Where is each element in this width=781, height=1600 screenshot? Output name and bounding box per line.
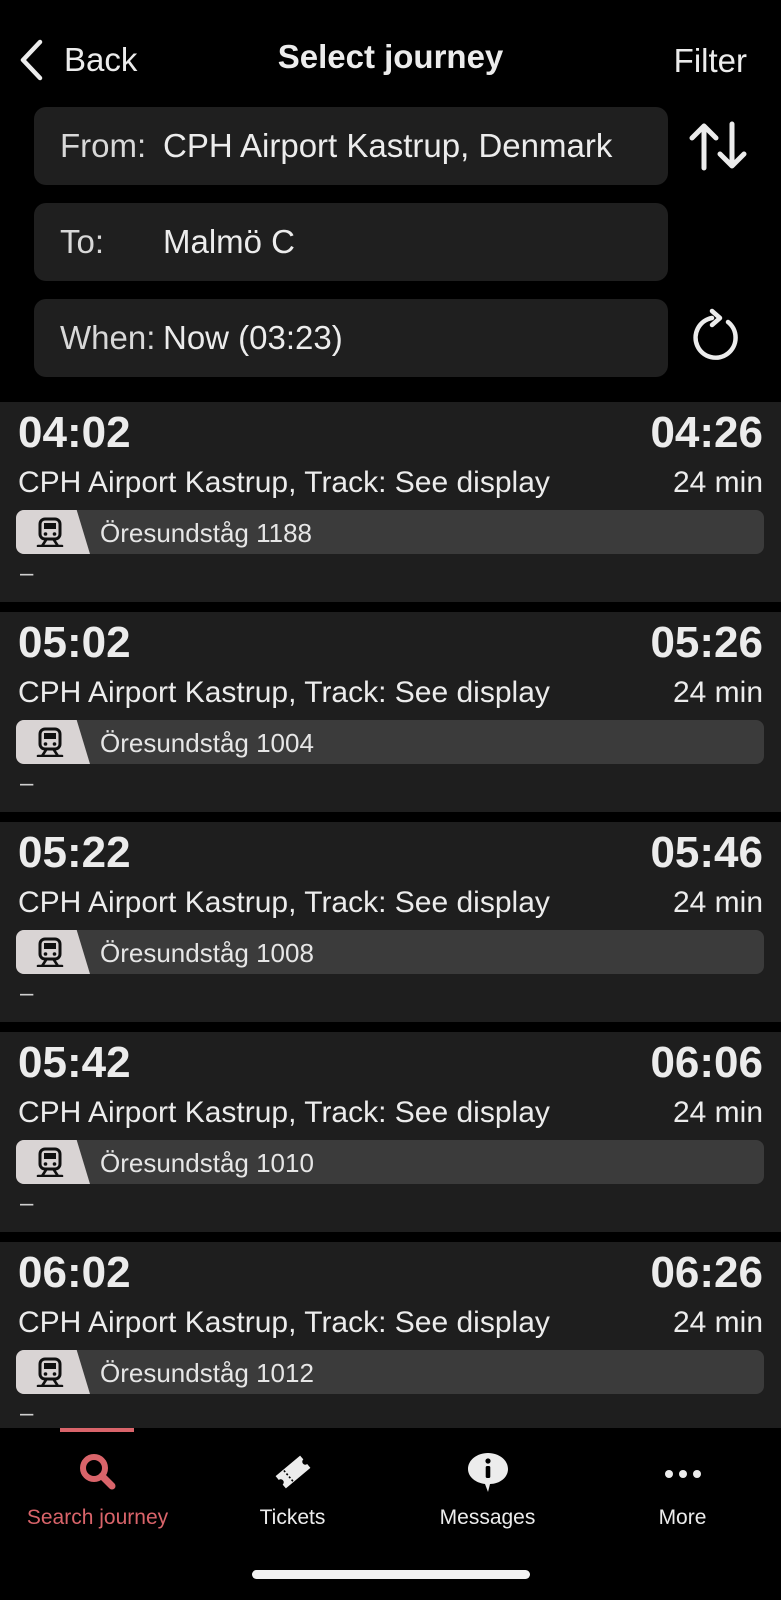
when-field[interactable]: When: Now (03:23): [34, 299, 668, 377]
departure-time: 05:02: [18, 618, 131, 667]
message-icon: [467, 1453, 508, 1492]
arrival-time: 05:46: [650, 828, 763, 877]
home-indicator: [252, 1570, 530, 1579]
journey-note: –: [20, 1400, 34, 1427]
train-badge: [16, 720, 90, 764]
journey-card[interactable]: 05:42 06:06 CPH Airport Kastrup, Track: Se…: [0, 1032, 781, 1232]
train-icon: [36, 517, 64, 547]
journey-note: –: [20, 560, 34, 587]
train-badge: [16, 1350, 90, 1394]
page-title: Select journey: [277, 38, 504, 75]
refresh-icon[interactable]: [688, 308, 744, 368]
when-label: When:: [60, 319, 156, 356]
train-badge: [16, 1140, 90, 1184]
train-line-bar: Öresundståg 1010: [16, 1140, 764, 1184]
train-icon: [36, 727, 64, 757]
tab-tickets[interactable]: Tickets: [195, 1440, 390, 1550]
journey-card[interactable]: 05:02 05:26 CPH Airport Kastrup, Track: Se…: [0, 612, 781, 812]
departure-time: 05:22: [18, 828, 131, 877]
arrival-time: 05:26: [650, 618, 763, 667]
departure-time: 05:42: [18, 1038, 131, 1087]
from-label: From:: [60, 127, 147, 164]
tab-search-journey[interactable]: Search journey: [0, 1440, 195, 1550]
train-line-name: Öresundståg 1188: [100, 518, 312, 548]
tab-label: Search journey: [26, 1506, 169, 1529]
train-line-name: Öresundståg 1008: [100, 938, 314, 968]
journey-list[interactable]: 04:02 04:26 CPH Airport Kastrup, Track: Se…: [0, 402, 781, 1428]
navigation-bar: Back Select journey Filter: [0, 0, 781, 100]
active-tab-indicator: [60, 1428, 134, 1432]
tab-more[interactable]: More: [585, 1440, 780, 1550]
arrival-time: 06:06: [650, 1038, 763, 1087]
when-value: Now (03:23): [163, 319, 343, 356]
train-line-name: Öresundståg 1012: [100, 1358, 314, 1388]
to-field[interactable]: To: Malmö C: [34, 203, 668, 281]
arrival-time: 06:26: [650, 1248, 763, 1297]
departure-stop: CPH Airport Kastrup, Track: See display: [18, 1096, 550, 1129]
journey-duration: 24 min: [672, 1306, 763, 1339]
journey-duration: 24 min: [672, 1096, 763, 1129]
train-line-bar: Öresundståg 1004: [16, 720, 764, 764]
train-icon: [36, 937, 64, 967]
departure-stop: CPH Airport Kastrup, Track: See display: [18, 886, 550, 919]
search-icon: [79, 1454, 115, 1490]
select-journey-screen: Back Select journey Filter From: CPH Air…: [0, 0, 781, 1600]
departure-stop: CPH Airport Kastrup, Track: See display: [18, 466, 550, 499]
swap-direction-icon[interactable]: [686, 118, 750, 174]
tab-label: More: [658, 1506, 707, 1529]
departure-time: 06:02: [18, 1248, 131, 1297]
departure-stop: CPH Airport Kastrup, Track: See display: [18, 676, 550, 709]
train-icon: [36, 1357, 64, 1387]
from-value: CPH Airport Kastrup, Denmark: [163, 127, 613, 164]
arrival-time: 04:26: [650, 408, 763, 457]
departure-stop: CPH Airport Kastrup, Track: See display: [18, 1306, 550, 1339]
train-line-bar: Öresundståg 1012: [16, 1350, 764, 1394]
filter-button[interactable]: Filter: [674, 42, 747, 80]
journey-note: –: [20, 980, 34, 1007]
train-line-name: Öresundståg 1010: [100, 1148, 314, 1178]
more-icon: [664, 1470, 701, 1478]
train-line-bar: Öresundståg 1188: [16, 510, 764, 554]
train-badge: [16, 930, 90, 974]
train-icon: [36, 1147, 64, 1177]
journey-note: –: [20, 770, 34, 797]
journey-card[interactable]: 04:02 04:26 CPH Airport Kastrup, Track: Se…: [0, 402, 781, 602]
train-line-name: Öresundståg 1004: [100, 728, 314, 758]
from-field[interactable]: From: CPH Airport Kastrup, Denmark: [34, 107, 668, 185]
to-value: Malmö C: [163, 223, 296, 260]
departure-time: 04:02: [18, 408, 131, 457]
journey-duration: 24 min: [672, 466, 763, 499]
tab-label: Messages: [439, 1506, 536, 1529]
train-badge: [16, 510, 90, 554]
journey-card[interactable]: 06:02 06:26 CPH Airport Kastrup, Track: Se…: [0, 1242, 781, 1428]
tab-label: Tickets: [259, 1506, 326, 1529]
journey-note: –: [20, 1190, 34, 1217]
train-line-bar: Öresundståg 1008: [16, 930, 764, 974]
journey-duration: 24 min: [672, 676, 763, 709]
journey-card[interactable]: 05:22 05:46 CPH Airport Kastrup, Track: Se…: [0, 822, 781, 1022]
journey-duration: 24 min: [672, 886, 763, 919]
to-label: To:: [60, 223, 105, 260]
ticket-icon: [275, 1455, 310, 1489]
tab-messages[interactable]: Messages: [390, 1440, 585, 1550]
